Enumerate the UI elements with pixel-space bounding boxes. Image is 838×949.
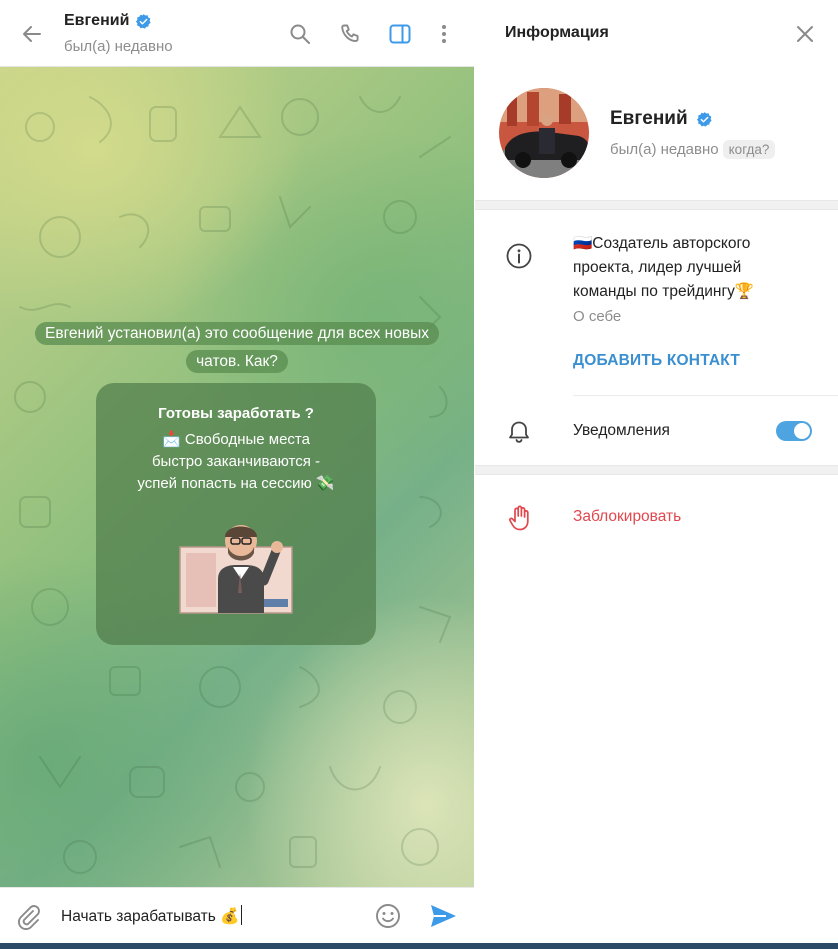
text-caret <box>241 905 243 925</box>
chat-background: Евгений установил(а) это сообщение для в… <box>0 67 474 887</box>
message-input[interactable]: Начать зарабатывать 💰 <box>61 905 243 926</box>
chat-title[interactable]: Евгений <box>64 12 152 30</box>
when-chip[interactable]: когда? <box>722 140 776 159</box>
verified-icon <box>136 13 151 29</box>
phone-icon[interactable] <box>339 22 363 46</box>
intro-title: Готовы заработать ? <box>158 405 314 422</box>
notifications-label: Уведомления <box>573 422 670 439</box>
money-man-sticker <box>179 525 293 614</box>
info-circle-icon <box>506 243 532 269</box>
last-seen-text: был(а) недавно <box>610 141 719 158</box>
info-name: Евгений <box>610 108 713 130</box>
bio-text: 🇷🇺Создатель авторского проекта, лидер лу… <box>573 235 755 300</box>
intro-card: Готовы заработать ? 📩 Свободные места бы… <box>96 383 376 645</box>
info-title: Информация <box>505 24 609 41</box>
send-icon[interactable] <box>428 902 458 930</box>
info-panel: Информация Евгений был(а) недавно когда?… <box>475 0 838 943</box>
block-button[interactable]: Заблокировать <box>573 508 681 526</box>
add-contact-button[interactable]: ДОБАВИТЬ КОНТАКТ <box>573 352 740 370</box>
chat-status: был(а) недавно <box>64 38 173 55</box>
message-input-text: Начать зарабатывать 💰 <box>61 908 240 925</box>
info-status: был(а) недавно когда? <box>610 140 776 159</box>
search-icon[interactable] <box>288 22 312 46</box>
close-icon[interactable] <box>793 22 817 46</box>
chat-name: Евгений <box>64 12 130 29</box>
bell-icon <box>509 421 529 443</box>
toggle-knob <box>794 423 810 439</box>
composer: Начать зарабатывать 💰 <box>0 887 474 943</box>
info-header: Информация <box>475 0 838 67</box>
bio-label: О себе <box>573 308 622 325</box>
hand-stop-icon <box>508 505 529 531</box>
intro-text: 📩 Свободные места быстро заканчиваются -… <box>137 431 335 492</box>
section-separator <box>475 200 838 210</box>
sidebar-panel-icon[interactable] <box>388 22 412 46</box>
chat-pane: Евгений был(а) недавно Евгений установил… <box>0 0 474 949</box>
more-vertical-icon[interactable] <box>432 22 456 46</box>
notifications-toggle[interactable] <box>776 421 812 441</box>
chat-header: Евгений был(а) недавно <box>0 0 474 67</box>
verified-icon <box>696 111 712 127</box>
service-message[interactable]: Евгений установил(а) это сообщение для в… <box>34 320 440 376</box>
window-bottom-edge <box>0 943 838 949</box>
smile-icon[interactable] <box>374 902 402 930</box>
section-separator <box>475 465 838 475</box>
back-arrow-icon[interactable] <box>18 20 46 48</box>
paperclip-icon[interactable] <box>14 902 42 930</box>
divider <box>573 395 838 396</box>
contact-name: Евгений <box>610 108 688 129</box>
service-message-text: Евгений установил(а) это сообщение для в… <box>35 322 439 373</box>
avatar[interactable] <box>499 88 589 178</box>
